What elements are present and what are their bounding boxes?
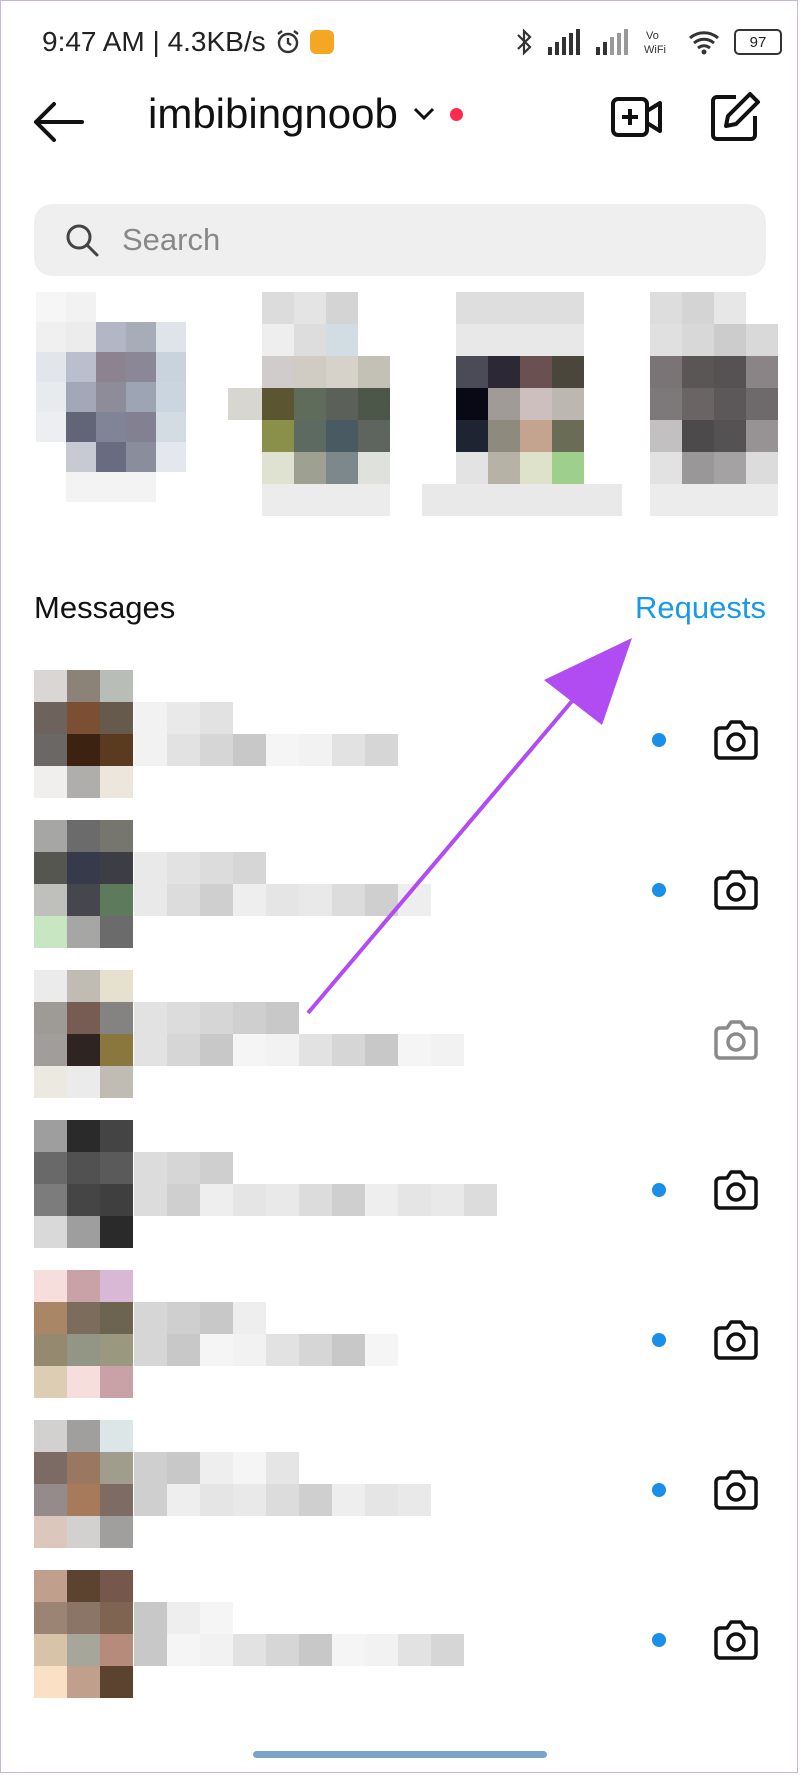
vowifi-icon: Vo WiFi [644, 30, 666, 56]
thread-preview [134, 1578, 624, 1678]
thread-avatar [34, 820, 134, 950]
unread-dot [652, 733, 666, 747]
thread-preview [134, 1128, 624, 1228]
camera-icon[interactable] [712, 1468, 760, 1512]
live-indicator-dot [449, 107, 463, 121]
requests-link[interactable]: Requests [635, 590, 766, 626]
note-avatar[interactable] [422, 292, 622, 562]
search-bar[interactable] [34, 204, 766, 276]
status-time: 9:47 AM | 4.3KB/s [42, 26, 266, 57]
thread-row[interactable] [0, 1420, 800, 1570]
battery-icon: 97 [734, 29, 782, 55]
search-icon [66, 224, 99, 257]
thread-avatar [34, 670, 134, 800]
thread-avatar [34, 1120, 134, 1250]
note-avatar[interactable] [650, 292, 800, 562]
note-avatar[interactable] [36, 292, 201, 562]
thread-avatar [34, 970, 134, 1100]
camera-icon[interactable] [712, 1168, 760, 1212]
account-switcher[interactable]: imbibingnoob [148, 90, 463, 138]
thread-row[interactable] [0, 1270, 800, 1420]
signal-icon [548, 29, 580, 55]
chevron-down-icon [413, 107, 434, 121]
camera-icon[interactable] [712, 868, 760, 912]
thread-row[interactable] [0, 1120, 800, 1270]
thread-preview [134, 828, 624, 928]
unread-dot [652, 1333, 666, 1347]
thread-avatar [34, 1570, 134, 1700]
unread-dot [652, 1633, 666, 1647]
search-input[interactable] [120, 221, 684, 259]
thread-preview [134, 678, 624, 778]
thread-avatar [34, 1270, 134, 1400]
svg-text:WiFi: WiFi [644, 44, 666, 56]
unread-dot [652, 1183, 666, 1197]
camera-icon[interactable] [712, 1318, 760, 1362]
thread-preview [134, 1428, 624, 1528]
inbox-section-header: Messages Requests [34, 590, 766, 634]
unread-dot [652, 1483, 666, 1497]
status-bar: 9:47 AM | 4.3KB/s Vo WiFi 97 [42, 24, 782, 60]
note-avatar[interactable] [228, 292, 393, 562]
thread-row[interactable] [0, 670, 800, 820]
thread-preview [134, 978, 624, 1078]
signal-2-icon [596, 29, 628, 55]
unread-dot [652, 883, 666, 897]
wifi-icon [689, 31, 719, 55]
thread-row[interactable] [0, 820, 800, 970]
alarm-icon [276, 30, 299, 54]
home-indicator[interactable] [253, 1751, 547, 1758]
thread-preview [134, 1278, 624, 1378]
battery-level: 97 [749, 33, 767, 51]
thread-avatar [34, 1420, 134, 1550]
bluetooth-icon [517, 28, 532, 56]
thread-row[interactable] [0, 970, 800, 1120]
camera-icon[interactable] [712, 718, 760, 762]
app-notification-icon [309, 30, 334, 54]
compose-icon[interactable] [706, 88, 764, 146]
video-add-icon[interactable] [608, 88, 666, 146]
svg-text:Vo: Vo [646, 30, 659, 42]
messages-heading: Messages [34, 590, 176, 625]
thread-row[interactable] [0, 1570, 800, 1720]
account-username: imbibingnoob [148, 90, 398, 137]
app-header: imbibingnoob [0, 80, 800, 160]
back-arrow-icon[interactable] [30, 98, 90, 146]
camera-icon[interactable] [712, 1618, 760, 1662]
notes-row [0, 292, 800, 562]
camera-icon[interactable] [712, 1018, 760, 1062]
